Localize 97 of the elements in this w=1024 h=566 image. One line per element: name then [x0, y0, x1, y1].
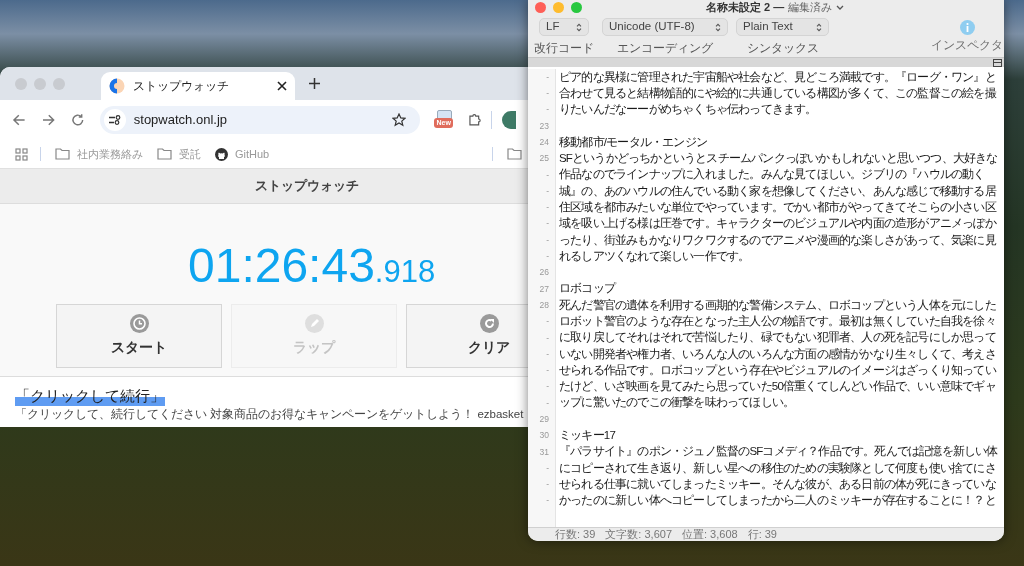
text-line: 合わせて見ると結構物語的にや絵的に共通している構図が多くて、この監督この絵を撮: [559, 85, 996, 101]
popup-button[interactable]: Plain Text: [736, 18, 829, 36]
line-number: 23: [539, 119, 549, 133]
up-down-chevron-icon: [715, 22, 721, 32]
line-number: 26: [539, 266, 549, 280]
folder-icon[interactable]: [507, 148, 522, 160]
page-title: ストップウォッチ: [255, 177, 359, 196]
line-number: -: [546, 103, 549, 117]
line-number: -: [546, 347, 549, 361]
stopwatch-time: 01:26:43.918: [188, 242, 436, 290]
inspector-label: インスペクタ: [931, 38, 1003, 53]
cat-silhouette-icon: [215, 147, 228, 161]
text-line: ったり、街並みもかなりワクワクするのでアニメや漫画的な楽しさがあって、気楽に見: [559, 232, 996, 249]
window-title: 名称未設定 2 —: [706, 0, 785, 16]
text-line: たけど、いざ映画を見てみたら思っていた50倍重くてしんどい作品で、いい意味でギャ: [559, 379, 996, 395]
popup-label: エンコーディング: [617, 41, 713, 56]
text-line: にコピーされて生き返り、新しい星への移住のための実験隊として何度も使い捨てにさ: [559, 460, 996, 476]
line-number: -: [546, 461, 549, 475]
text-line: 域を吸い上げる様は圧巻です。キャラクターのビジュアルや内面の造形がアニメっぽか: [559, 216, 996, 232]
text-line: ップに驚いたのでこの衝撃を味わってほしい。: [559, 395, 795, 411]
status-text: 行: 39: [747, 529, 777, 540]
stopwatch-button[interactable]: スタート: [56, 304, 222, 368]
text-line: いない開発者や権力者、いろんな人のいろんな方面の感情がかなり生々しくて、考えさ: [559, 346, 996, 363]
line-number: -: [546, 380, 549, 394]
line-number: -: [546, 217, 549, 231]
site-settings-icon[interactable]: [108, 115, 121, 125]
line-number: -: [546, 233, 549, 247]
browser-tab[interactable]: ストップウォッチ: [101, 72, 295, 100]
ad-text: 「クリックして、続行してください 対象商品のお得なキャンペーンをゲットしよう！ ezbasket: [15, 407, 525, 423]
folder-icon: [55, 148, 70, 160]
text-line: SFというかどっちかというとスチームパンクっぽいかもしれないと思いつつ、大好きな: [559, 151, 998, 167]
line-number: -: [546, 331, 549, 345]
favicon-icon: [109, 78, 125, 94]
popup-label: 改行コード: [534, 41, 594, 56]
forward-icon[interactable]: [41, 113, 56, 127]
up-down-chevron-icon: [816, 22, 822, 32]
line-number: 29: [539, 413, 549, 426]
line-number: -: [546, 250, 549, 263]
text-line: 作品なのでラインナップに入れました。みんな見てほしい。ジブリの『ハウルの動く: [559, 167, 985, 183]
text-line: 住区域を都市みたいな単位でやっています。でかい都市がやってきてそこらの小さい区: [559, 199, 996, 216]
text-line: かったのに新しい体へコピーしてしまったから二人のミッキーが存在することに！？と: [559, 493, 996, 509]
document-status[interactable]: 編集済み: [788, 0, 833, 16]
text-line: ロボコップ: [559, 281, 615, 297]
folder-icon: [157, 148, 172, 160]
line-number: 28: [539, 298, 549, 312]
back-icon[interactable]: [12, 113, 26, 127]
status-text: 位置: 3,608: [682, 529, 738, 540]
line-number: -: [546, 184, 549, 198]
line-number: -: [546, 87, 549, 100]
popup-button[interactable]: LF: [539, 18, 589, 36]
new-tab-icon[interactable]: [309, 78, 320, 89]
text-line: 『パラサイト』のポン・ジュノ監督のSFコメディ？作品です。死んでは記憶を新しい体: [559, 444, 998, 460]
clock-icon: [129, 314, 149, 333]
pencil-icon: [304, 314, 324, 333]
apps-grid-icon[interactable]: [15, 147, 28, 161]
text-line: ピア的な異様に管理された宇宙船や社会など、見どころ満載です。『ローグ・ワン』と: [559, 69, 996, 86]
close-window-icon[interactable]: [535, 2, 546, 13]
line-number: -: [546, 168, 549, 182]
text-line: せられる仕事に就いてしまったミッキー。そんな彼が、ある日前の体が死にきっていな: [559, 476, 996, 493]
text-line: りたいんだなーーがめちゃくちゃ伝わってきます。: [559, 102, 817, 118]
popup-button[interactable]: Unicode (UTF-8): [602, 18, 728, 36]
star-icon[interactable]: [392, 113, 407, 127]
line-number: 30: [539, 429, 549, 443]
chevron-down-icon[interactable]: [836, 4, 845, 11]
puzzle-piece-icon[interactable]: [467, 113, 482, 127]
text-line: 移動都市/モータル・エンジン: [559, 134, 707, 150]
line-number: -: [546, 364, 549, 377]
line-number: 27: [539, 282, 549, 296]
up-down-chevron-icon: [576, 22, 582, 32]
address-bar[interactable]: stopwatch.onl.jp: [99, 106, 421, 134]
line-number: 24: [539, 135, 549, 149]
line-number: -: [546, 315, 549, 328]
url-text: stopwatch.onl.jp: [133, 111, 228, 130]
popup-label: シンタックス: [746, 41, 819, 56]
text-line: せられる作品です。ロボコップという存在やビジュアルのイメージはざっくり知ってい: [559, 362, 996, 378]
text-line: に取り戻してそれはそれで苦悩したり、碌でもない犯罪者、人の死を記号にしか思って: [559, 330, 996, 346]
stopwatch-button[interactable]: クリア: [406, 304, 528, 368]
line-number: -: [546, 201, 549, 214]
tab-title: ストップウォッチ: [133, 78, 230, 95]
line-number: 31: [539, 445, 549, 459]
refresh-icon: [479, 314, 499, 333]
text-line: ロボット警官のような存在となった主人公の物語です。最初は無くしていた自我を徐々: [559, 314, 996, 330]
profile-avatar[interactable]: [502, 111, 516, 129]
line-number: -: [546, 494, 549, 508]
line-number: -: [546, 396, 549, 410]
status-text: 行数: 39: [555, 529, 596, 540]
text-line: ミッキー17: [559, 428, 615, 444]
close-icon[interactable]: [277, 81, 287, 91]
text-line: 死んだ警官の遺体を利用する画期的な警備システム、ロボコップという人体を元にした: [559, 297, 996, 314]
text-line: れるしアツくなれて楽しい一作です。: [559, 248, 750, 265]
line-number: 25: [539, 152, 549, 165]
line-number: -: [546, 70, 549, 84]
layout-toggle-icon[interactable]: [993, 58, 1002, 67]
reload-icon[interactable]: [71, 113, 85, 127]
status-text: 文字数: 3,607: [605, 529, 672, 540]
text-line: 城』の、あのハウルの住んでいる動く家を想像してください、あんな感じで移動する居: [559, 183, 996, 200]
line-number: -: [546, 478, 549, 491]
